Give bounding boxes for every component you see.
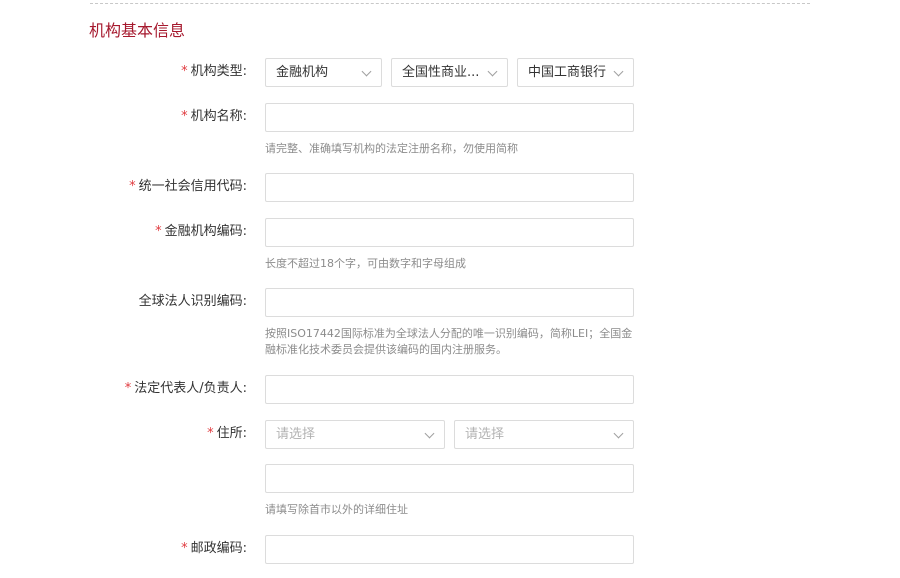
- postal-label: * 邮政编码:: [47, 540, 247, 558]
- org-name-label: * 机构名称:: [47, 108, 247, 126]
- lei-hint: 按照ISO17442国际标准为全球法人分配的唯一识别编码，简称LEI；全国金 融…: [265, 326, 635, 358]
- section-title: 机构基本信息: [89, 21, 186, 40]
- legal-rep-input[interactable]: [265, 375, 634, 404]
- address-label: * 住所:: [47, 425, 247, 443]
- org-name-hint: 请完整、准确填写机构的法定注册名称，勿使用简称: [265, 142, 518, 155]
- address-province-select[interactable]: 请选择: [265, 420, 445, 449]
- top-divider: [90, 3, 810, 4]
- required-mark: *: [181, 541, 188, 556]
- fin-code-label-text: 金融机构编码:: [164, 224, 247, 239]
- address-detail-input[interactable]: [265, 464, 634, 493]
- lei-hint-line-2: 融标准化技术委员会提供该编码的国内注册服务。: [265, 343, 507, 356]
- org-type-label: * 机构类型:: [47, 63, 247, 81]
- chevron-down-icon: [487, 66, 498, 77]
- lei-label: 全球法人识别编码:: [138, 294, 247, 309]
- org-name-input[interactable]: [265, 103, 634, 132]
- required-mark: *: [181, 64, 188, 79]
- legal-rep-label-text: 法定代表人/负责人:: [134, 381, 247, 396]
- required-mark: *: [129, 179, 136, 194]
- legal-rep-label: * 法定代表人/负责人:: [47, 380, 247, 398]
- required-mark: *: [124, 381, 132, 396]
- address-hint: 请填写除首市以外的详细住址: [265, 503, 408, 516]
- org-subcategory-select[interactable]: 全国性商业...: [391, 58, 508, 87]
- address-city-select[interactable]: 请选择: [454, 420, 634, 449]
- org-subcategory-value: 全国性商业...: [402, 65, 480, 80]
- required-mark: *: [181, 109, 188, 124]
- lei-input[interactable]: [265, 288, 634, 317]
- required-mark: *: [155, 224, 162, 239]
- required-mark: *: [207, 426, 214, 441]
- address-province-placeholder: 请选择: [276, 427, 316, 442]
- credit-code-input[interactable]: [265, 173, 634, 202]
- org-category-select[interactable]: 金融机构: [265, 58, 382, 87]
- org-type-label-text: 机构类型:: [190, 64, 247, 79]
- chevron-down-icon: [613, 66, 624, 77]
- org-name-label-text: 机构名称:: [190, 109, 247, 124]
- address-label-text: 住所:: [216, 426, 247, 441]
- fin-code-hint: 长度不超过18个字，可由数字和字母组成: [265, 257, 466, 270]
- credit-code-label-text: 统一社会信用代码:: [138, 179, 247, 194]
- postal-label-text: 邮政编码:: [190, 541, 247, 556]
- org-institution-select[interactable]: 中国工商银行: [517, 58, 634, 87]
- address-city-placeholder: 请选择: [465, 427, 505, 442]
- lei-hint-line-1: 按照ISO17442国际标准为全球法人分配的唯一识别编码，简称LEI；全国金: [265, 327, 633, 340]
- org-institution-value: 中国工商银行: [528, 65, 607, 80]
- chevron-down-icon: [361, 66, 372, 77]
- fin-code-label: * 金融机构编码:: [47, 223, 247, 241]
- fin-code-input[interactable]: [265, 218, 634, 247]
- chevron-down-icon: [424, 428, 435, 439]
- chevron-down-icon: [613, 428, 624, 439]
- org-category-value: 金融机构: [276, 65, 329, 80]
- credit-code-label: * 统一社会信用代码:: [47, 178, 247, 196]
- postal-input[interactable]: [265, 535, 634, 564]
